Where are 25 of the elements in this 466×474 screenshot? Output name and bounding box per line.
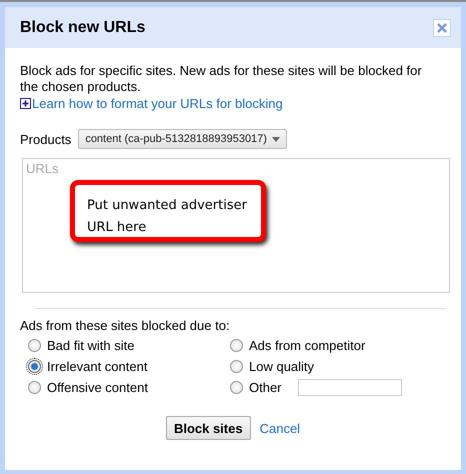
radio-button[interactable] [28,360,41,372]
radio-button[interactable] [28,338,41,352]
other-reason-field[interactable] [298,378,402,396]
dialog-title: Block new URLs [20,18,146,36]
option-label[interactable]: Irrelevant content [47,358,148,374]
option-label[interactable]: Low quality [249,358,314,374]
caret-icon [272,136,280,142]
option-label[interactable]: Other [249,380,282,394]
expand-plus-icon[interactable] [20,98,31,109]
radio-button[interactable] [28,380,41,394]
help-link[interactable]: Learn how to format your URLs for blocking [32,96,283,111]
callout-annotation: Put unwanted advertiser URL here [70,180,266,242]
description-text: Block ads for specific sites. New ads for these sites will be blocked for the chosen products. [20,63,423,95]
radio-button[interactable] [230,380,243,394]
radio-button[interactable] [230,338,243,352]
option-label[interactable]: Bad fit with site [47,338,134,352]
close-icon[interactable] [433,18,451,36]
option-label[interactable]: Ads from competitor [249,338,366,352]
products-dropdown[interactable]: content (ca-pub-5132818893953017) [78,129,287,149]
products-label: Products [20,132,72,146]
option-label[interactable]: Offensive content [47,380,148,394]
block-sites-button[interactable]: Block sites [166,416,251,440]
radio-button[interactable] [230,360,243,372]
reasons-label: Ads from these sites blocked due to: [20,318,231,333]
cancel-link[interactable]: Cancel [260,420,300,436]
